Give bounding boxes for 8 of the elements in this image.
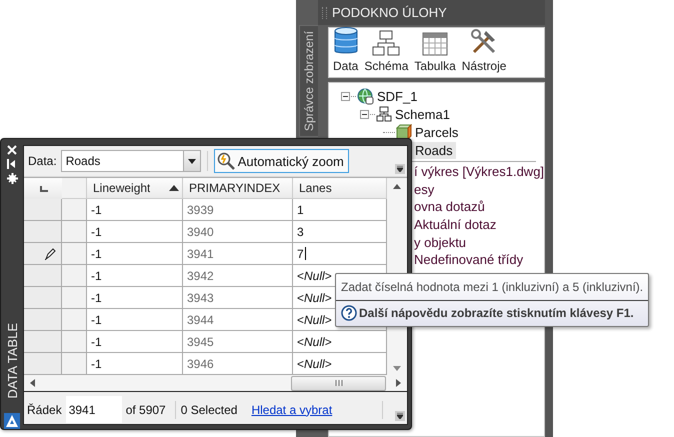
pane-title: PODOKNO ÚLOHY bbox=[332, 5, 447, 20]
row-count: of 5907 bbox=[126, 402, 167, 416]
row-label: Řádek bbox=[27, 402, 63, 416]
help-hint: Další nápovědu zobrazíte stisknutím klávesy F1. bbox=[359, 306, 634, 320]
tooltip-text: Zadat číselná hodnota mezi 1 (inkluzivní) a 5 (inkluzivní). bbox=[341, 279, 644, 296]
data-label: Data: bbox=[28, 154, 57, 168]
window-title: DATA TABLE bbox=[4, 323, 20, 399]
selection-count: 0 Selected bbox=[180, 402, 238, 416]
